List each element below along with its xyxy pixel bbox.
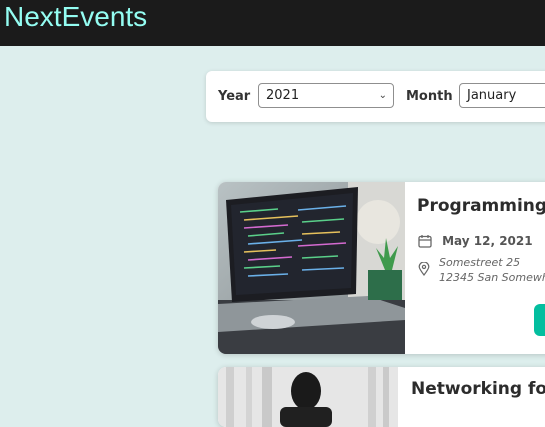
events-filter-form: Year 2021 ⌄ Month January <box>206 71 545 122</box>
logo[interactable]: NextEvents <box>4 1 147 33</box>
calendar-icon <box>418 234 432 248</box>
app-header: NextEvents <box>0 0 545 46</box>
event-date: May 12, 2021 <box>418 230 533 249</box>
location-pin-icon <box>418 262 430 276</box>
event-title: Programming fo <box>417 196 545 216</box>
year-select-value: 2021 <box>266 88 300 103</box>
event-address: Somestreet 25 12345 San Somewh <box>418 255 545 285</box>
month-select-value: January <box>467 88 517 103</box>
event-date-text: May 12, 2021 <box>442 233 533 248</box>
year-select[interactable]: 2021 ⌄ <box>258 83 394 108</box>
event-address-line2: 12345 San Somewh <box>439 271 545 284</box>
month-label: Month <box>406 89 453 104</box>
event-image <box>218 367 398 427</box>
event-image <box>218 182 405 354</box>
explore-event-button[interactable] <box>534 304 545 336</box>
year-label: Year <box>218 89 251 104</box>
event-card: Networking for i <box>218 367 545 427</box>
event-title: Networking for i <box>411 379 545 399</box>
chevron-down-icon: ⌄ <box>378 90 387 101</box>
month-select[interactable]: January <box>459 83 545 108</box>
event-address-line1: Somestreet 25 <box>439 256 521 269</box>
event-card: Programming fo May 12, 2021 Somestreet 2… <box>218 182 545 354</box>
